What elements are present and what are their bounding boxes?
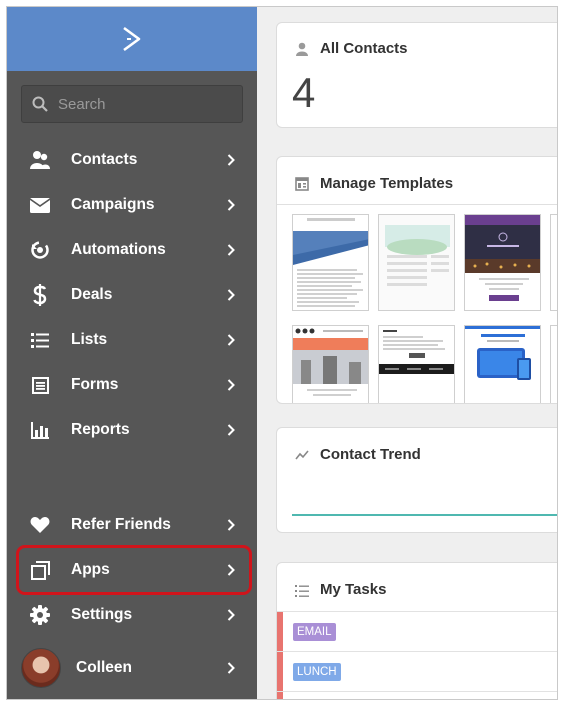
sidebar-item-label: Campaigns	[71, 196, 155, 213]
activecampaign-logo-icon	[123, 26, 141, 52]
chevron-right-icon	[225, 661, 237, 675]
template-thumbnail[interactable]	[292, 214, 369, 311]
task-priority-bar	[277, 692, 283, 699]
search-input[interactable]	[58, 95, 228, 113]
chevron-right-icon	[225, 563, 237, 577]
template-thumbnail[interactable]	[292, 325, 369, 403]
chevron-right-icon	[225, 423, 237, 437]
heart-icon	[29, 514, 51, 536]
sidebar-item-label: Forms	[71, 376, 119, 393]
chevron-right-icon	[225, 243, 237, 257]
form-icon	[29, 374, 51, 396]
search-icon	[32, 96, 48, 112]
task-type-badge: LUNCH	[293, 663, 341, 681]
sidebar-user[interactable]: Colleen	[7, 648, 257, 688]
search-box[interactable]	[21, 85, 243, 123]
envelope-icon	[29, 194, 51, 216]
sidebar-item-label: Lists	[71, 331, 108, 348]
template-thumbnail[interactable]	[550, 325, 557, 403]
sidebar-item-forms[interactable]: Forms	[7, 365, 257, 405]
sidebar-item-lists[interactable]: Lists	[7, 320, 257, 360]
chevron-right-icon	[225, 198, 237, 212]
sidebar-item-label: Refer Friends	[71, 516, 171, 533]
contacts-icon	[29, 149, 51, 171]
sidebar-item-refer-friends[interactable]: Refer Friends	[7, 505, 257, 545]
trend-line-icon	[295, 450, 309, 460]
divider	[277, 204, 557, 205]
person-icon	[296, 42, 308, 56]
card-title: Contact Trend	[320, 446, 421, 463]
sidebar-item-automations[interactable]: Automations	[7, 230, 257, 270]
template-thumbnail[interactable]	[378, 325, 455, 403]
template-icon	[295, 177, 309, 191]
sidebar-item-apps[interactable]: Apps	[7, 550, 257, 590]
bar-chart-icon	[29, 419, 51, 441]
task-type-badge: EMAIL	[293, 623, 336, 641]
template-thumbnail[interactable]	[550, 214, 557, 311]
sidebar-item-contacts[interactable]: Contacts	[7, 140, 257, 180]
all-contacts-card[interactable]: All Contacts 4	[276, 22, 557, 128]
user-name: Colleen	[76, 659, 132, 676]
contacts-count: 4	[292, 69, 316, 116]
chevron-right-icon	[225, 378, 237, 392]
logo-bar[interactable]	[7, 7, 257, 71]
chevron-right-icon	[225, 153, 237, 167]
template-thumbnail[interactable]	[464, 214, 541, 311]
template-thumbnail[interactable]	[464, 325, 541, 403]
card-title: My Tasks	[320, 581, 387, 598]
trend-line	[292, 514, 557, 516]
manage-templates-card: Manage Templates	[276, 156, 557, 404]
task-list-icon	[295, 585, 309, 597]
sidebar-item-settings[interactable]: Settings	[7, 595, 257, 635]
template-thumbnail[interactable]	[378, 214, 455, 311]
list-icon	[29, 329, 51, 351]
app-window: Contacts Campaigns Automations Deals	[6, 6, 558, 700]
automations-icon	[29, 239, 51, 261]
contact-trend-card: Contact Trend	[276, 427, 557, 533]
sidebar-item-label: Contacts	[71, 151, 138, 168]
task-row[interactable]: LUNCH	[277, 651, 557, 692]
sidebar-item-label: Reports	[71, 421, 130, 438]
task-row[interactable]: EMAIL	[277, 611, 557, 652]
sidebar-item-label: Automations	[71, 241, 166, 258]
my-tasks-card: My Tasks EMAIL LUNCH	[276, 562, 557, 699]
gear-icon	[29, 604, 51, 626]
chevron-right-icon	[225, 288, 237, 302]
sidebar-item-campaigns[interactable]: Campaigns	[7, 185, 257, 225]
sidebar-item-label: Apps	[71, 561, 110, 578]
sidebar: Contacts Campaigns Automations Deals	[7, 7, 257, 699]
apps-icon	[29, 559, 51, 581]
task-priority-bar	[277, 612, 283, 652]
chevron-right-icon	[225, 518, 237, 532]
card-title: All Contacts	[320, 40, 408, 57]
task-row[interactable]	[277, 691, 557, 699]
sidebar-item-label: Deals	[71, 286, 113, 303]
chevron-right-icon	[225, 333, 237, 347]
dollar-icon	[29, 284, 51, 306]
task-priority-bar	[277, 652, 283, 692]
sidebar-item-label: Settings	[71, 606, 133, 623]
sidebar-item-reports[interactable]: Reports	[7, 410, 257, 450]
chevron-right-icon	[225, 608, 237, 622]
sidebar-item-deals[interactable]: Deals	[7, 275, 257, 315]
card-title: Manage Templates	[320, 175, 454, 192]
avatar	[21, 648, 61, 688]
